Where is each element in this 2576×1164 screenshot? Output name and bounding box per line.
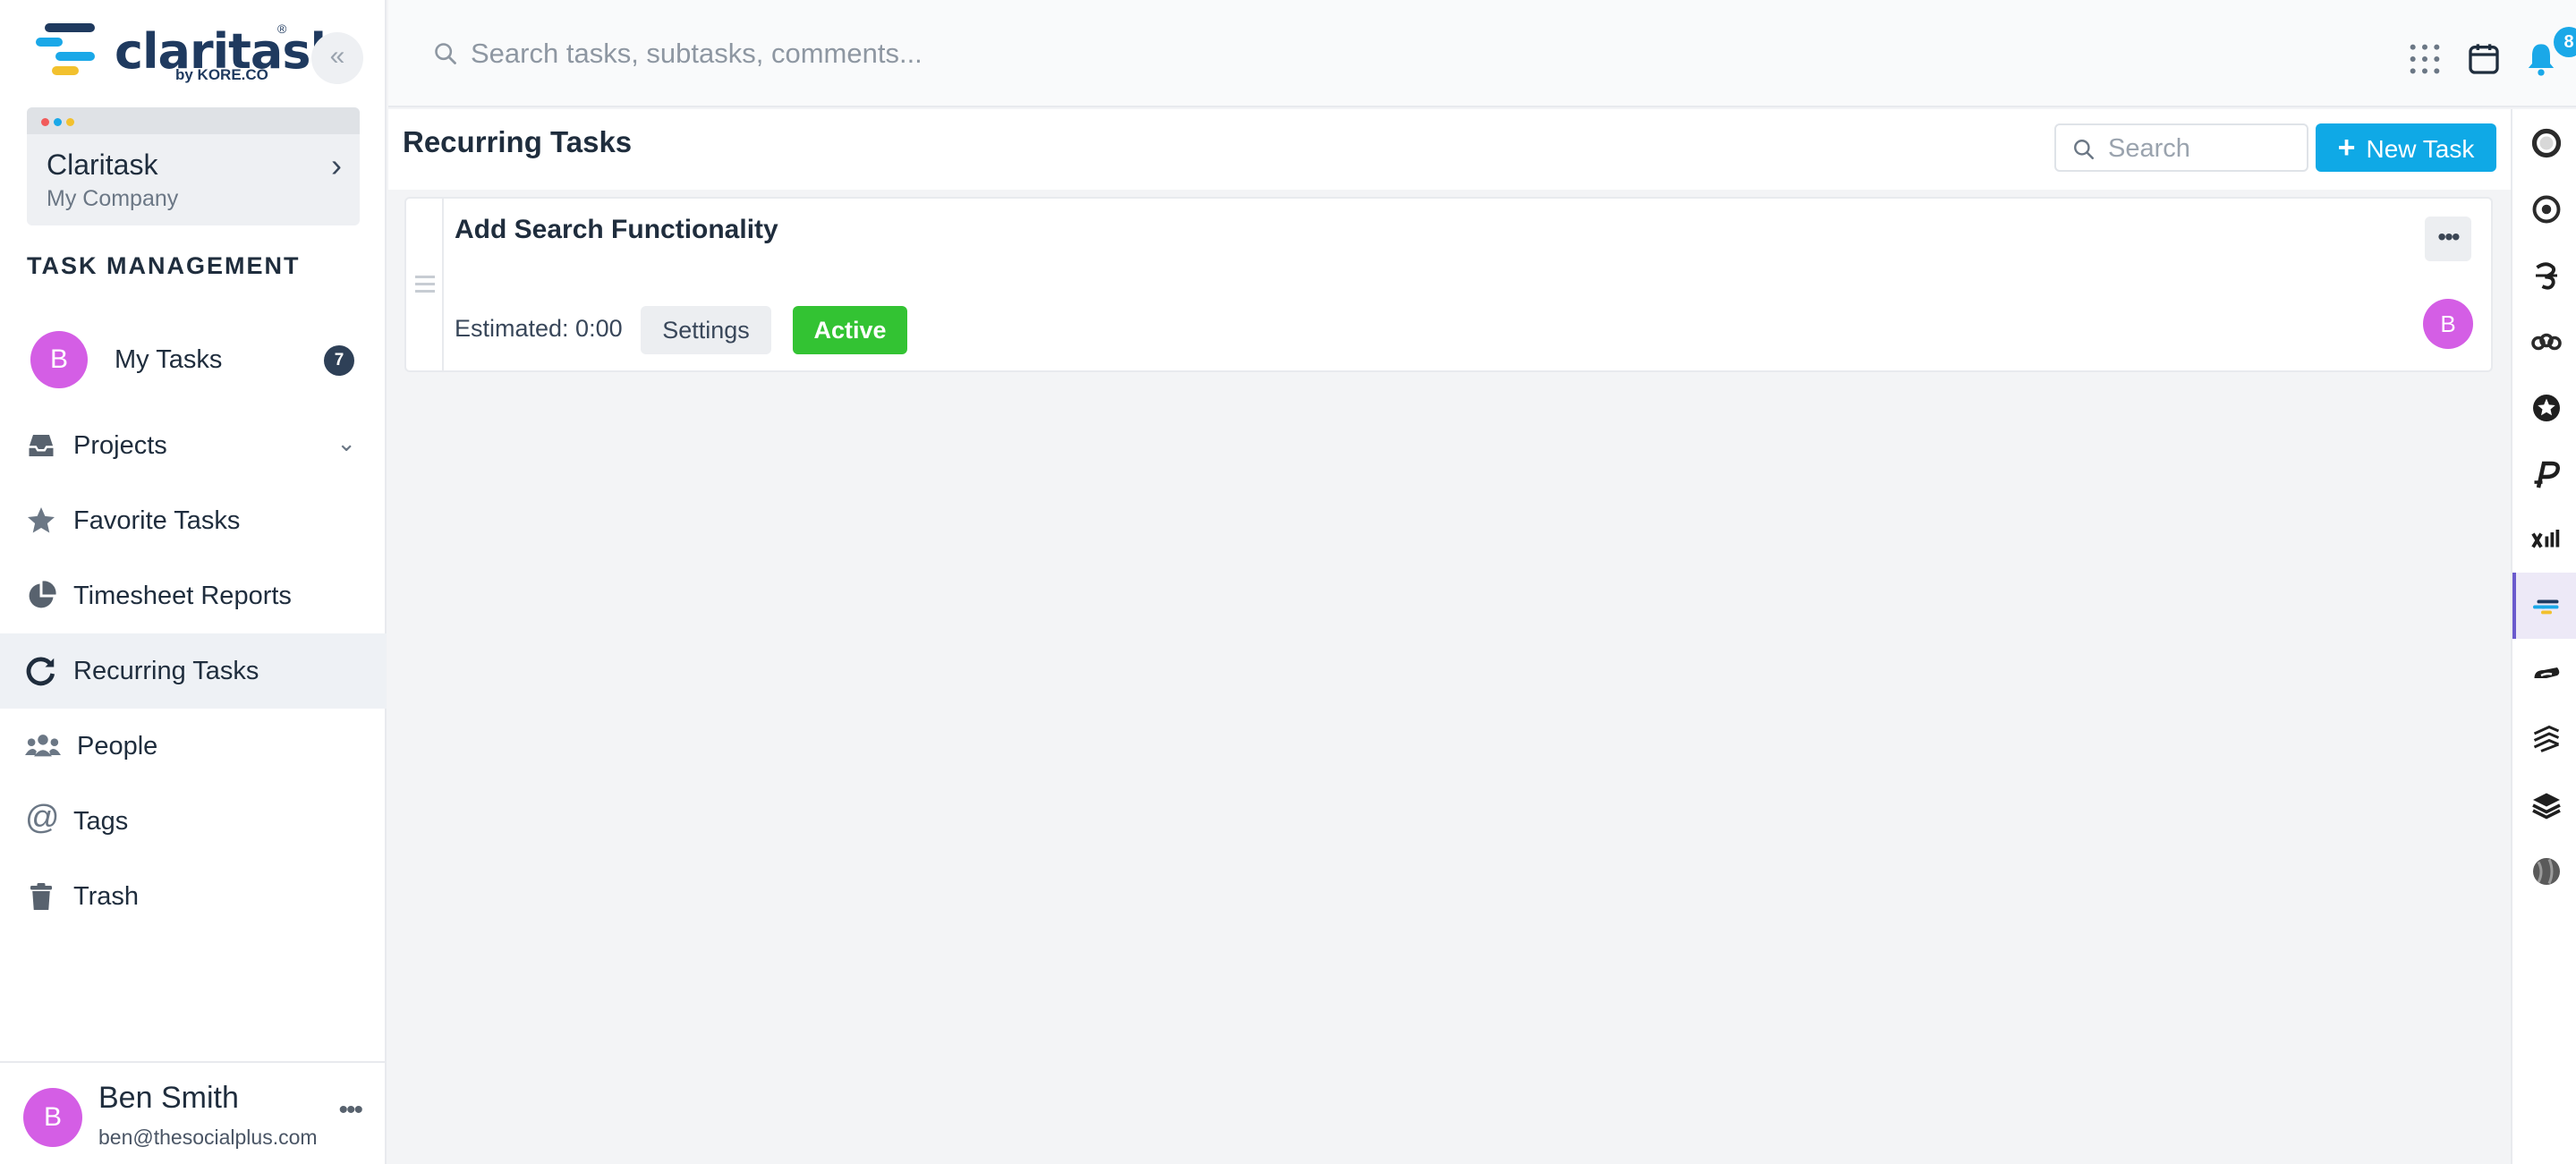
cloud-app-icon: [2534, 667, 2560, 678]
sidebar-item-label: My Tasks: [115, 345, 223, 374]
sidebar-item-label: Projects: [73, 431, 167, 460]
company-name: Claritask: [47, 149, 158, 181]
claritask-app-icon: [2533, 599, 2559, 615]
global-search-input[interactable]: [471, 32, 1276, 75]
user-menu-button[interactable]: •••: [338, 1095, 362, 1126]
avatar: B: [30, 331, 88, 388]
task-count-badge: 7: [324, 345, 354, 376]
app-cloud[interactable]: [2512, 639, 2576, 705]
current-user[interactable]: B Ben Smith ben@thesocialplus.com •••: [0, 1061, 387, 1164]
app-target[interactable]: [2512, 175, 2576, 242]
stack-app-icon: [2532, 793, 2561, 820]
ring-app-icon: [2531, 128, 2562, 158]
registered-mark: ®: [277, 21, 287, 36]
sidebar-item-label: Recurring Tasks: [73, 657, 259, 685]
chevron-down-icon[interactable]: ⌄: [336, 429, 356, 457]
drag-line: [415, 290, 435, 293]
star-icon: [28, 507, 55, 533]
page-title: Recurring Tasks: [403, 125, 633, 158]
task-search[interactable]: [2054, 123, 2308, 172]
collapse-sidebar-button[interactable]: «: [311, 32, 363, 84]
avatar: B: [23, 1088, 82, 1147]
app-stack[interactable]: [2512, 771, 2576, 837]
task-card[interactable]: Add Search Functionality ••• Estimated: …: [404, 197, 2493, 372]
globe-app-icon: [2533, 858, 2560, 885]
bars-app-icon: [2531, 530, 2560, 548]
app-bars[interactable]: [2512, 506, 2576, 573]
task-more-button[interactable]: •••: [2425, 217, 2471, 261]
app-layers[interactable]: [2512, 705, 2576, 771]
apps-grid-icon[interactable]: [2407, 41, 2443, 77]
sidebar-item-timesheet-reports[interactable]: Timesheet Reports: [0, 558, 387, 633]
star-badge-app-icon: [2533, 395, 2560, 421]
user-email: ben@thesocialplus.com: [98, 1126, 318, 1149]
at-sign-icon: @: [25, 799, 60, 837]
task-search-input[interactable]: [2108, 132, 2296, 165]
dot-yellow-icon: [66, 118, 74, 126]
chain-app-icon: [2531, 333, 2562, 351]
sidebar-item-label: Timesheet Reports: [73, 582, 292, 610]
sidebar-item-label: Trash: [73, 882, 140, 911]
drag-line: [415, 283, 435, 285]
p-app-icon: [2534, 461, 2560, 489]
drag-line: [415, 276, 435, 278]
sidebar-item-label: Tags: [73, 807, 129, 836]
assignee-avatar[interactable]: B: [2423, 299, 2473, 349]
drag-handle[interactable]: [406, 199, 444, 370]
app-chain[interactable]: [2512, 308, 2576, 374]
refresh-icon: [26, 657, 55, 686]
search-icon: [2074, 140, 2095, 160]
company-subtitle: My Company: [47, 186, 179, 211]
sidebar-item-projects[interactable]: Projects ⌄: [0, 408, 387, 483]
chevron-right-icon: ›: [331, 147, 342, 183]
sidebar: claritask ® by KORE.CO « Claritask My Co…: [0, 0, 387, 1164]
sidebar-item-people[interactable]: People: [0, 709, 387, 784]
double-chevron-left-icon: «: [329, 41, 345, 71]
logo-byline: by KORE.CO: [175, 66, 268, 83]
task-title[interactable]: Add Search Functionality: [455, 215, 778, 245]
users-icon: [25, 735, 61, 757]
layers-app-icon: [2533, 725, 2560, 752]
app-claritask[interactable]: [2512, 573, 2576, 639]
script-app-icon: [2536, 262, 2557, 290]
company-switcher[interactable]: Claritask My Company ›: [27, 107, 360, 225]
new-task-label: New Task: [2366, 135, 2475, 163]
top-bar: 8: [388, 0, 2576, 107]
dot-blue-icon: [54, 118, 62, 126]
target-app-icon: [2532, 195, 2561, 224]
calendar-icon[interactable]: [2466, 41, 2502, 77]
search-icon: [435, 43, 456, 64]
trash-icon: [30, 883, 52, 910]
sidebar-item-label: People: [77, 732, 158, 760]
app-ring[interactable]: [2512, 109, 2576, 175]
plus-icon: +: [2337, 131, 2356, 165]
sidebar-item-favorite-tasks[interactable]: Favorite Tasks: [0, 483, 387, 558]
pie-chart-icon: [29, 581, 56, 608]
task-estimate: Estimated: 0:00: [455, 315, 623, 342]
sidebar-item-tags[interactable]: @ Tags: [0, 784, 387, 859]
sidebar-item-label: Favorite Tasks: [73, 506, 241, 535]
task-settings-button[interactable]: Settings: [641, 306, 771, 354]
app-star-badge[interactable]: [2512, 374, 2576, 440]
sidebar-item-my-tasks[interactable]: B My Tasks 7: [0, 322, 387, 397]
app-p[interactable]: [2512, 440, 2576, 506]
inbox-icon: [29, 435, 54, 456]
sidebar-item-recurring-tasks[interactable]: Recurring Tasks: [0, 633, 387, 709]
app-switcher-rail: [2511, 109, 2576, 1164]
user-name: Ben Smith: [98, 1081, 239, 1115]
claritask-logo[interactable]: claritask ® by KORE.CO: [36, 20, 342, 86]
status-badge[interactable]: Active: [793, 306, 907, 354]
section-title: TASK MANAGEMENT: [27, 252, 301, 279]
sidebar-item-trash[interactable]: Trash: [0, 859, 387, 934]
dot-red-icon: [41, 118, 49, 126]
company-card-header: [27, 107, 360, 134]
app-globe[interactable]: [2512, 837, 2576, 904]
new-task-button[interactable]: + New Task: [2316, 123, 2496, 172]
app-script[interactable]: [2512, 242, 2576, 308]
content-header: Recurring Tasks + New Task: [388, 109, 2511, 190]
